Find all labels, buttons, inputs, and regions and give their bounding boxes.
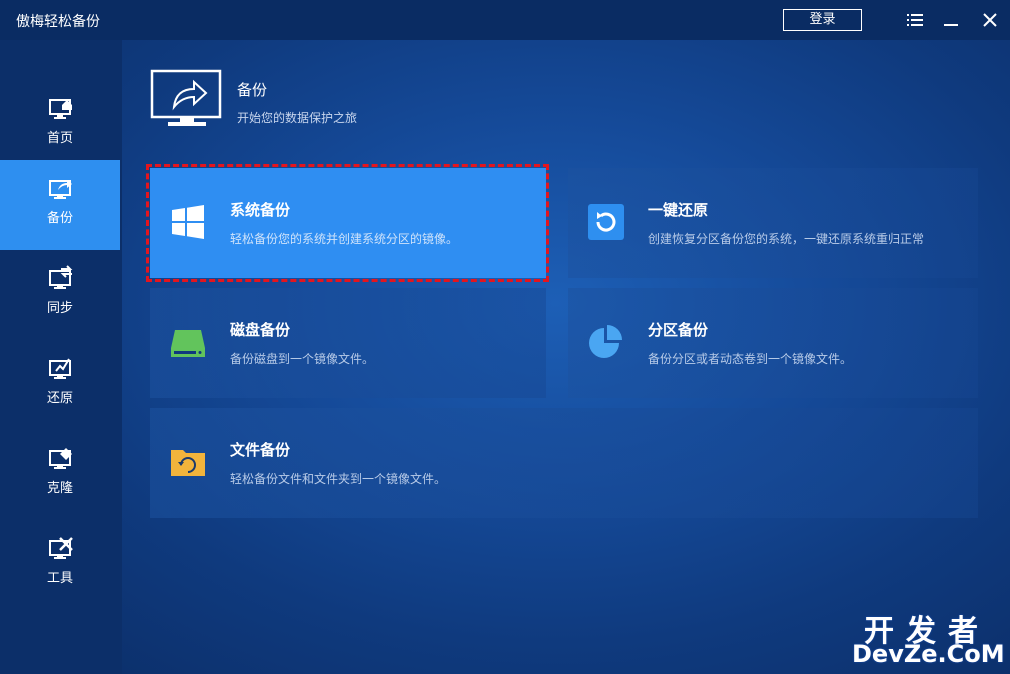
card-description: 备份磁盘到一个镜像文件。	[230, 352, 375, 366]
login-button[interactable]: 登录	[783, 9, 862, 31]
one-key-restore-icon	[588, 204, 624, 240]
sidebar-item-label: 克隆	[46, 481, 73, 496]
tools-icon	[49, 537, 73, 559]
minimize-icon[interactable]	[942, 11, 960, 29]
card-description: 备份分区或者动态卷到一个镜像文件。	[648, 352, 853, 366]
sidebar-item-label: 同步	[46, 301, 73, 316]
home-icon	[49, 99, 72, 119]
card-description: 创建恢复分区备份您的系统，一键还原系统重归正常	[648, 232, 925, 246]
sidebar-item-restore[interactable]: 还原	[0, 340, 120, 430]
app-title: 傲梅轻松备份	[16, 14, 100, 30]
one-key-restore-card[interactable]: 一键还原 创建恢复分区备份您的系统，一键还原系统重归正常	[568, 168, 978, 278]
close-icon[interactable]	[981, 11, 999, 29]
sidebar-item-label: 首页	[46, 131, 73, 146]
sidebar-item-backup[interactable]: 备份	[0, 160, 120, 250]
sidebar-item-tools[interactable]: 工具	[0, 520, 120, 610]
sidebar-item-label: 备份	[46, 211, 73, 226]
sidebar-item-home[interactable]: 首页	[0, 80, 120, 170]
sidebar-item-label: 工具	[46, 571, 73, 586]
card-title: 磁盘备份	[230, 321, 291, 339]
card-title: 文件备份	[230, 441, 291, 459]
card-title: 一键还原	[648, 201, 709, 219]
partition-backup-card[interactable]: 分区备份 备份分区或者动态卷到一个镜像文件。	[568, 288, 978, 398]
sidebar-item-sync[interactable]: 同步	[0, 250, 120, 340]
page-title: 备份	[237, 81, 268, 99]
card-title: 分区备份	[648, 321, 709, 339]
disk-icon	[171, 330, 205, 357]
watermark: 开发者 DevZe.CoM	[852, 606, 1005, 670]
card-title: 系统备份	[230, 201, 291, 219]
watermark-line2: DevZe.CoM	[852, 640, 1005, 668]
pie-chart-icon	[589, 325, 622, 358]
app-window: 傲梅轻松备份 登录 首页 备份 同步 还原 克隆 工具 备份 开始您的数据保护之…	[0, 0, 1010, 674]
sync-icon	[49, 265, 73, 289]
disk-backup-card[interactable]: 磁盘备份 备份磁盘到一个镜像文件。	[150, 288, 546, 398]
sidebar: 首页 备份 同步 还原 克隆 工具	[0, 40, 122, 674]
menu-icon[interactable]	[906, 11, 924, 29]
card-description: 轻松备份文件和文件夹到一个镜像文件。	[230, 472, 447, 486]
backup-monitor-icon	[150, 69, 222, 126]
windows-icon	[172, 205, 204, 239]
title-bar: 傲梅轻松备份 登录	[0, 0, 1010, 40]
clone-icon	[49, 448, 72, 469]
card-description: 轻松备份您的系统并创建系统分区的镜像。	[230, 232, 459, 246]
sidebar-item-clone[interactable]: 克隆	[0, 430, 120, 520]
folder-sync-icon	[171, 450, 205, 476]
restore-icon	[49, 358, 71, 379]
backup-icon	[49, 180, 72, 199]
system-backup-card[interactable]: 系统备份 轻松备份您的系统并创建系统分区的镜像。	[150, 168, 546, 278]
page-subtitle: 开始您的数据保护之旅	[237, 111, 358, 125]
sidebar-item-label: 还原	[46, 391, 73, 406]
file-backup-card[interactable]: 文件备份 轻松备份文件和文件夹到一个镜像文件。	[150, 408, 978, 518]
